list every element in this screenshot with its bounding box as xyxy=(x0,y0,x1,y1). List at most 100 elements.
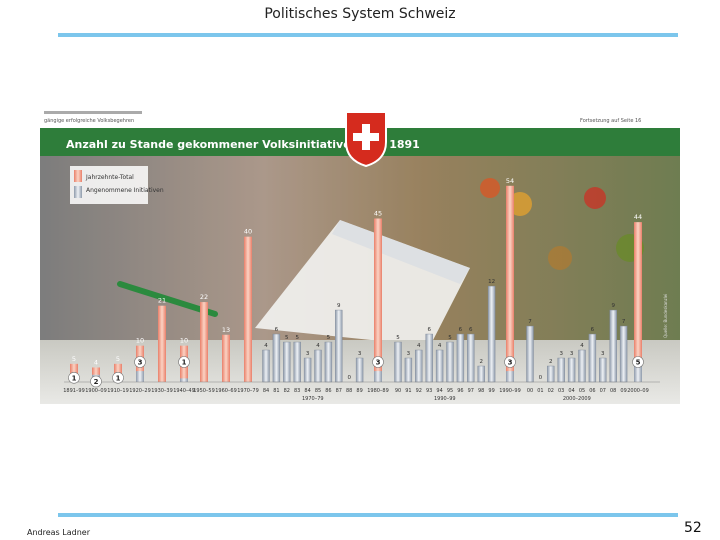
year-bar xyxy=(293,341,301,383)
decade-accepted-label: 3 xyxy=(376,359,381,367)
year-tick-label: 82 xyxy=(284,388,290,394)
year-tick-label: 92 xyxy=(416,388,422,394)
decade-bar-accepted xyxy=(506,371,514,382)
decade-tick-label: 1940–49 xyxy=(173,388,195,394)
top-rule xyxy=(58,33,678,37)
year-value-label: 2 xyxy=(479,359,483,365)
decade-total-label: 40 xyxy=(244,228,252,236)
year-value-label: 6 xyxy=(275,327,279,333)
year-tick-label: 90 xyxy=(395,388,401,394)
decade-bar-accepted xyxy=(136,371,144,382)
year-tick-label: 07 xyxy=(600,388,606,394)
decade-bar-total xyxy=(244,236,252,382)
decade-bar-accepted xyxy=(374,371,382,382)
year-tick-label: 99 xyxy=(488,388,494,394)
decade-tick-label: 1930–39 xyxy=(151,388,173,394)
year-value-label: 3 xyxy=(306,351,310,357)
legend-label-accepted: Angenommene Initiativen xyxy=(86,187,164,194)
year-tick-label: 01 xyxy=(537,388,543,394)
year-value-label: 0 xyxy=(347,375,351,381)
side-credit: Quelle: Bundeskanzlei xyxy=(663,294,668,338)
year-value-label: 0 xyxy=(539,375,543,381)
decade-total-label: 45 xyxy=(374,210,382,218)
decade-accepted-label: 1 xyxy=(182,359,187,367)
decade-total-label: 5 xyxy=(72,355,76,363)
decade-tick-label: 1990–99 xyxy=(499,388,521,394)
year-bar xyxy=(355,357,364,383)
year-tick-label: 89 xyxy=(356,388,362,394)
decade-accepted-label: 1 xyxy=(72,374,77,382)
year-bar xyxy=(303,357,312,383)
year-tick-label: 91 xyxy=(405,388,411,394)
year-bar xyxy=(477,365,485,383)
year-tick-label: 88 xyxy=(346,388,352,394)
header-left-line: gängige erfolgreiche Volksbegehren xyxy=(44,118,134,124)
year-group-decade-label: 1970–79 xyxy=(302,396,324,402)
year-value-label: 3 xyxy=(570,351,574,357)
year-tick-label: 81 xyxy=(273,388,279,394)
year-bar xyxy=(547,365,555,383)
year-tick-label: 04 xyxy=(568,388,574,394)
year-value-label: 3 xyxy=(601,351,605,357)
year-bar xyxy=(456,333,465,383)
year-tick-label: 03 xyxy=(558,388,564,394)
author-name: Andreas Ladner xyxy=(27,528,90,537)
year-bar xyxy=(262,349,270,383)
year-value-label: 5 xyxy=(396,335,400,341)
decade-bar-accepted xyxy=(180,378,188,382)
year-value-label: 7 xyxy=(528,319,532,325)
year-bar xyxy=(599,357,607,383)
year-tick-label: 02 xyxy=(548,388,554,394)
decade-total-label: 44 xyxy=(634,213,642,221)
decade-accepted-label: 1 xyxy=(116,374,121,382)
year-bar xyxy=(435,349,444,383)
decade-accepted-label: 3 xyxy=(138,359,143,367)
year-tick-label: 09 xyxy=(620,388,626,394)
year-value-label: 4 xyxy=(580,343,584,349)
year-tick-label: 00 xyxy=(527,388,533,394)
decade-tick-label: 1920–29 xyxy=(129,388,151,394)
year-tick-label: 05 xyxy=(579,388,585,394)
decade-tick-label: 2000–09 xyxy=(627,388,649,394)
year-bar xyxy=(335,309,343,383)
decade-bar-total xyxy=(158,305,166,382)
year-bar xyxy=(324,341,333,383)
decade-tick-label: 1950–59 xyxy=(193,388,215,394)
year-bar xyxy=(588,333,597,383)
newspaper-chart-figure: gängige erfolgreiche Volksbegehren Forts… xyxy=(40,108,680,404)
slide-title: Politisches System Schweiz xyxy=(264,6,456,22)
year-value-label: 3 xyxy=(559,351,563,357)
legend-swatch-total xyxy=(74,170,82,182)
year-bar xyxy=(557,357,565,383)
year-tick-label: 84 xyxy=(263,388,269,394)
year-value-label: 4 xyxy=(438,343,442,349)
year-tick-label: 98 xyxy=(478,388,484,394)
year-value-label: 4 xyxy=(264,343,268,349)
year-tick-label: 94 xyxy=(436,388,442,394)
legend-label-total: Jahrzehnte-Total xyxy=(85,174,134,181)
year-value-label: 9 xyxy=(611,303,615,309)
bottom-rule xyxy=(58,513,678,517)
year-value-label: 4 xyxy=(417,343,421,349)
decade-tick-label: 1900–09 xyxy=(85,388,107,394)
year-value-label: 2 xyxy=(549,359,553,365)
decade-bar-total xyxy=(200,302,208,382)
year-value-label: 7 xyxy=(622,319,626,325)
decade-tick-label: 1970–79 xyxy=(237,388,259,394)
decade-total-label: 5 xyxy=(116,355,120,363)
decade-total-label: 22 xyxy=(200,293,208,301)
year-bar xyxy=(619,325,628,383)
year-value-label: 5 xyxy=(295,335,299,341)
year-bar xyxy=(578,349,586,383)
year-group-decade-label: 2000–2009 xyxy=(563,396,591,402)
decade-total-label: 21 xyxy=(158,297,166,305)
decade-tick-label: 1891–99 xyxy=(63,388,85,394)
decade-tick-label: 1980–89 xyxy=(367,388,389,394)
decade-total-label: 10 xyxy=(180,337,188,345)
year-bar xyxy=(467,333,475,383)
year-tick-label: 96 xyxy=(457,388,463,394)
year-bar xyxy=(272,333,281,383)
year-bar xyxy=(567,357,576,383)
year-tick-label: 86 xyxy=(325,388,331,394)
year-value-label: 5 xyxy=(448,335,452,341)
